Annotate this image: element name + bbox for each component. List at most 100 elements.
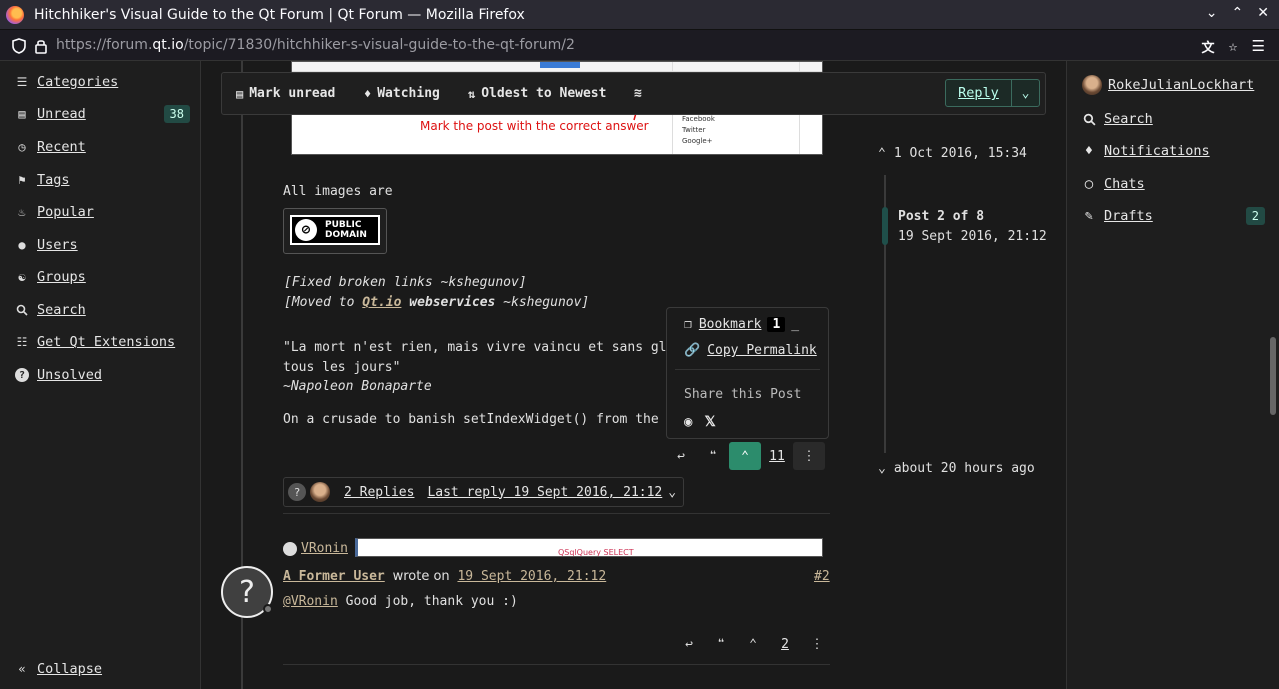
image-caption: Mark the post with the correct answer [420,119,649,133]
post-date-link[interactable]: 19 Sept 2016, 21:12 [457,569,606,584]
sidebar-item-unread[interactable]: ▤ Unread 38 [15,105,190,123]
replies-count-link[interactable]: 2 Replies [344,485,414,500]
image-social-item: Facebook [682,115,715,123]
sidebar-item-label: Unread [37,106,86,122]
post-index-link[interactable]: #2 [814,569,830,584]
author-link[interactable]: A Former User [283,569,385,584]
chevron-down-icon[interactable]: ⌄ [1012,80,1039,106]
group-icon: ☯ [18,270,26,284]
wrote-on-label: wrote on [392,569,450,584]
menu-icon[interactable]: ☰ [1252,37,1265,56]
maximize-icon[interactable]: ⌃ [1232,5,1244,21]
reply-icon[interactable]: ↩ [673,630,705,658]
right-sidebar-label: Chats [1104,176,1145,192]
url-host: qt.io [152,37,184,53]
url-bar: https://forum.qt.io/topic/71830/hitchhik… [0,30,1279,61]
sidebar-item-categories[interactable]: ☰ Categories [15,74,119,90]
right-sidebar-drafts[interactable]: ✎ Drafts 2 [1082,207,1265,225]
last-reply-link[interactable]: Last reply 19 Sept 2016, 21:12 [427,485,662,500]
sidebar-item-users[interactable]: ● Users [15,237,77,253]
right-sidebar-label: Notifications [1104,143,1210,159]
post-text: All images are [283,184,393,199]
mark-unread-label: Mark unread [249,86,336,101]
collapse-button[interactable]: « Collapse [15,661,102,677]
chevron-down-icon: ⌄ [668,484,677,500]
quoted-user-link: VRonin [301,541,348,556]
share-heading: Share this Post [684,387,802,402]
right-sidebar-search[interactable]: Search [1082,111,1153,127]
more-options-icon[interactable]: ⋮ [793,442,825,470]
shield-icon[interactable] [12,38,26,54]
former-user-avatar[interactable]: ? [221,566,273,618]
more-options-icon[interactable]: ⋮ [801,630,833,658]
page-scrollbar[interactable] [1270,337,1276,415]
url-path: /topic/71830/hitchhiker-s-visual-guide-t… [183,37,575,53]
vote-count[interactable]: 2 [769,630,801,658]
rss-icon[interactable]: ≋ [634,86,642,101]
menu-divider [675,369,820,370]
post-header: A Former User wrote on 19 Sept 2016, 21:… [283,569,606,584]
translate-icon[interactable]: 文 [1202,37,1215,56]
upvote-button[interactable]: ⌃ [737,630,769,658]
reply-icon[interactable]: ↩ [665,442,697,470]
sidebar-item-groups[interactable]: ☯ Groups [15,269,85,285]
sidebar-item-unsolved[interactable]: ? Unsolved [15,367,102,383]
sidebar-item-recent[interactable]: ◷ Recent [15,139,86,155]
watching-button[interactable]: ♦ Watching [364,86,440,101]
collapse-label: Collapse [37,661,103,677]
copy-permalink-menu-item[interactable]: 🔗 Copy Permalink [684,343,817,358]
quote-icon[interactable]: ❝ [705,630,737,658]
sidebar-item-label: Recent [37,139,86,155]
upvote-button[interactable]: ⌃ [729,442,761,470]
bookmark-icon: ❐ [684,317,692,332]
x-twitter-icon[interactable]: 𝕏 [704,414,715,430]
avatar [1082,75,1102,95]
right-sidebar-label: Drafts [1104,208,1153,224]
reply-button-group: Reply ⌄ [945,79,1040,107]
timeline-bottom[interactable]: ⌄ about 20 hours ago [878,461,1035,476]
drafts-count-badge: 2 [1245,207,1265,225]
quoted-user[interactable]: VRonin [283,541,348,556]
avatar [310,482,330,502]
sidebar-item-search[interactable]: Search [15,302,86,318]
chevron-up-icon: ⌃ [878,146,886,161]
sidebar-item-label: Tags [37,172,70,188]
left-sidebar: ☰ Categories ▤ Unread 38 ◷ Recent ⚑ Tags ♨ Pop… [0,61,201,689]
user-profile-link[interactable]: RokeJulianLockhart [1082,75,1254,95]
chevron-down-icon[interactable]: ⌄ [1206,5,1218,21]
quote-icon[interactable]: ❝ [697,442,729,470]
moved-suffix: ~kshegunov] [495,295,590,310]
copy-permalink-label: Copy Permalink [707,343,817,358]
timeline-top[interactable]: ⌃ 1 Oct 2016, 15:34 [878,146,1027,161]
image-social-item: Google+ [682,137,713,145]
bookmark-menu-item[interactable]: ❐ Bookmark 1 _ [684,317,799,332]
timeline-handle[interactable] [882,207,888,245]
post-actions: ↩ ❝ ⌃ 11 ⋮ [665,442,825,470]
toolbar-icons: 文 ☆ ☰ [1202,37,1266,56]
sidebar-item-tags[interactable]: ⚑ Tags [15,172,70,188]
mark-unread-button[interactable]: ▤ Mark unread [236,86,335,101]
mention-link[interactable]: @VRonin [283,594,338,609]
star-icon[interactable]: ☆ [1229,37,1238,56]
sidebar-item-get-qt-extensions[interactable]: ☷ Get Qt Extensions [15,334,176,350]
url-field[interactable]: https://forum.qt.io/topic/71830/hitchhik… [56,37,575,53]
qt-io-link[interactable]: Qt.io [362,295,401,310]
vote-count[interactable]: 11 [761,442,793,470]
replies-bar[interactable]: ? 2 Replies Last reply 19 Sept 2016, 21:… [283,477,684,507]
sidebar-item-popular[interactable]: ♨ Popular [15,204,94,220]
reply-button[interactable]: Reply [946,80,1012,106]
sort-button[interactable]: ⇅ Oldest to Newest [468,86,606,101]
timeline-position: Post 2 of 8 [898,209,985,224]
signature-text: On a crusade to banish setIndexWidget() … [283,412,659,427]
lock-icon[interactable] [34,38,48,54]
edit-note: [Fixed broken links ~kshegunov] [284,275,527,290]
github-icon[interactable]: ◉ [684,414,692,430]
signature-quote: "La mort n'est rien, mais vivre vaincu e… [283,340,667,355]
username: RokeJulianLockhart [1108,77,1255,93]
close-icon[interactable]: ✕ [1257,5,1269,21]
badge-text: PUBLIC [325,220,362,230]
right-sidebar-chats[interactable]: ◯ Chats [1082,176,1145,192]
right-sidebar-notifications[interactable]: ♦ Notifications [1082,143,1210,159]
question-icon: ? [15,368,29,382]
post-body: @VRonin Good job, thank you :) [283,594,518,609]
